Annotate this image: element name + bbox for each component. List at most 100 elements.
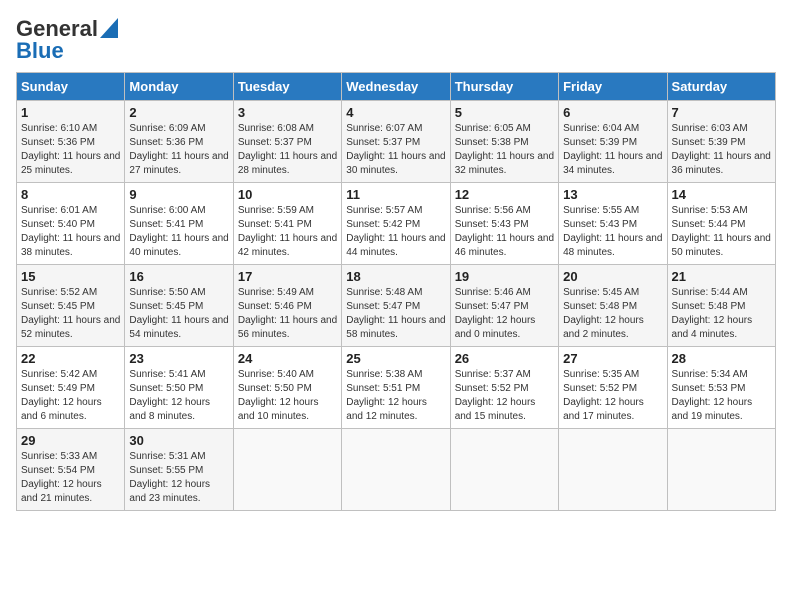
day-number: 26 xyxy=(455,351,554,366)
day-number: 29 xyxy=(21,433,120,448)
calendar-cell: 28 Sunrise: 5:34 AM Sunset: 5:53 PM Dayl… xyxy=(667,347,775,429)
calendar-cell: 15 Sunrise: 5:52 AM Sunset: 5:45 PM Dayl… xyxy=(17,265,125,347)
calendar-cell: 11 Sunrise: 5:57 AM Sunset: 5:42 PM Dayl… xyxy=(342,183,450,265)
day-number: 23 xyxy=(129,351,228,366)
calendar-week-row: 22 Sunrise: 5:42 AM Sunset: 5:49 PM Dayl… xyxy=(17,347,776,429)
day-info: Sunrise: 5:44 AM Sunset: 5:48 PM Dayligh… xyxy=(672,286,771,342)
day-number: 13 xyxy=(563,187,662,202)
calendar-cell: 7 Sunrise: 6:03 AM Sunset: 5:39 PM Dayli… xyxy=(667,101,775,183)
calendar-header-row: SundayMondayTuesdayWednesdayThursdayFrid… xyxy=(17,73,776,101)
day-info: Sunrise: 5:55 AM Sunset: 5:43 PM Dayligh… xyxy=(563,204,662,260)
calendar-cell: 22 Sunrise: 5:42 AM Sunset: 5:49 PM Dayl… xyxy=(17,347,125,429)
calendar-cell: 27 Sunrise: 5:35 AM Sunset: 5:52 PM Dayl… xyxy=(559,347,667,429)
day-number: 10 xyxy=(238,187,337,202)
calendar-cell: 29 Sunrise: 5:33 AM Sunset: 5:54 PM Dayl… xyxy=(17,429,125,511)
calendar-header: SundayMondayTuesdayWednesdayThursdayFrid… xyxy=(17,73,776,101)
day-number: 17 xyxy=(238,269,337,284)
calendar-cell: 21 Sunrise: 5:44 AM Sunset: 5:48 PM Dayl… xyxy=(667,265,775,347)
day-info: Sunrise: 5:49 AM Sunset: 5:46 PM Dayligh… xyxy=(238,286,337,342)
calendar-cell: 23 Sunrise: 5:41 AM Sunset: 5:50 PM Dayl… xyxy=(125,347,233,429)
logo-icon xyxy=(100,18,118,38)
day-of-week-header: Wednesday xyxy=(342,73,450,101)
day-number: 3 xyxy=(238,105,337,120)
calendar-cell: 5 Sunrise: 6:05 AM Sunset: 5:38 PM Dayli… xyxy=(450,101,558,183)
day-info: Sunrise: 5:41 AM Sunset: 5:50 PM Dayligh… xyxy=(129,368,228,424)
day-of-week-header: Thursday xyxy=(450,73,558,101)
calendar-cell: 6 Sunrise: 6:04 AM Sunset: 5:39 PM Dayli… xyxy=(559,101,667,183)
calendar-table: SundayMondayTuesdayWednesdayThursdayFrid… xyxy=(16,72,776,511)
logo-blue: Blue xyxy=(16,38,64,64)
calendar-body: 1 Sunrise: 6:10 AM Sunset: 5:36 PM Dayli… xyxy=(17,101,776,511)
day-number: 18 xyxy=(346,269,445,284)
calendar-cell xyxy=(667,429,775,511)
day-info: Sunrise: 5:31 AM Sunset: 5:55 PM Dayligh… xyxy=(129,450,228,506)
calendar-cell: 14 Sunrise: 5:53 AM Sunset: 5:44 PM Dayl… xyxy=(667,183,775,265)
calendar-cell: 24 Sunrise: 5:40 AM Sunset: 5:50 PM Dayl… xyxy=(233,347,341,429)
day-info: Sunrise: 5:37 AM Sunset: 5:52 PM Dayligh… xyxy=(455,368,554,424)
day-info: Sunrise: 5:52 AM Sunset: 5:45 PM Dayligh… xyxy=(21,286,120,342)
calendar-cell: 12 Sunrise: 5:56 AM Sunset: 5:43 PM Dayl… xyxy=(450,183,558,265)
day-number: 15 xyxy=(21,269,120,284)
calendar-cell: 30 Sunrise: 5:31 AM Sunset: 5:55 PM Dayl… xyxy=(125,429,233,511)
day-of-week-header: Friday xyxy=(559,73,667,101)
day-number: 11 xyxy=(346,187,445,202)
calendar-cell: 2 Sunrise: 6:09 AM Sunset: 5:36 PM Dayli… xyxy=(125,101,233,183)
day-info: Sunrise: 5:34 AM Sunset: 5:53 PM Dayligh… xyxy=(672,368,771,424)
day-info: Sunrise: 6:07 AM Sunset: 5:37 PM Dayligh… xyxy=(346,122,445,178)
day-number: 21 xyxy=(672,269,771,284)
day-number: 28 xyxy=(672,351,771,366)
day-number: 6 xyxy=(563,105,662,120)
day-info: Sunrise: 5:57 AM Sunset: 5:42 PM Dayligh… xyxy=(346,204,445,260)
day-info: Sunrise: 5:48 AM Sunset: 5:47 PM Dayligh… xyxy=(346,286,445,342)
day-number: 7 xyxy=(672,105,771,120)
calendar-cell: 10 Sunrise: 5:59 AM Sunset: 5:41 PM Dayl… xyxy=(233,183,341,265)
day-number: 25 xyxy=(346,351,445,366)
day-info: Sunrise: 5:42 AM Sunset: 5:49 PM Dayligh… xyxy=(21,368,120,424)
day-number: 19 xyxy=(455,269,554,284)
day-info: Sunrise: 6:01 AM Sunset: 5:40 PM Dayligh… xyxy=(21,204,120,260)
calendar-cell: 1 Sunrise: 6:10 AM Sunset: 5:36 PM Dayli… xyxy=(17,101,125,183)
day-info: Sunrise: 5:35 AM Sunset: 5:52 PM Dayligh… xyxy=(563,368,662,424)
day-info: Sunrise: 5:59 AM Sunset: 5:41 PM Dayligh… xyxy=(238,204,337,260)
day-info: Sunrise: 6:10 AM Sunset: 5:36 PM Dayligh… xyxy=(21,122,120,178)
day-number: 8 xyxy=(21,187,120,202)
day-of-week-header: Sunday xyxy=(17,73,125,101)
day-info: Sunrise: 5:38 AM Sunset: 5:51 PM Dayligh… xyxy=(346,368,445,424)
calendar-week-row: 15 Sunrise: 5:52 AM Sunset: 5:45 PM Dayl… xyxy=(17,265,776,347)
calendar-cell xyxy=(559,429,667,511)
day-number: 16 xyxy=(129,269,228,284)
day-of-week-header: Tuesday xyxy=(233,73,341,101)
day-number: 9 xyxy=(129,187,228,202)
day-info: Sunrise: 6:08 AM Sunset: 5:37 PM Dayligh… xyxy=(238,122,337,178)
day-of-week-header: Monday xyxy=(125,73,233,101)
day-info: Sunrise: 5:56 AM Sunset: 5:43 PM Dayligh… xyxy=(455,204,554,260)
calendar-week-row: 1 Sunrise: 6:10 AM Sunset: 5:36 PM Dayli… xyxy=(17,101,776,183)
day-number: 24 xyxy=(238,351,337,366)
calendar-cell: 26 Sunrise: 5:37 AM Sunset: 5:52 PM Dayl… xyxy=(450,347,558,429)
day-number: 30 xyxy=(129,433,228,448)
day-info: Sunrise: 6:00 AM Sunset: 5:41 PM Dayligh… xyxy=(129,204,228,260)
day-number: 20 xyxy=(563,269,662,284)
page-header: General Blue xyxy=(16,16,776,64)
day-number: 12 xyxy=(455,187,554,202)
day-info: Sunrise: 6:03 AM Sunset: 5:39 PM Dayligh… xyxy=(672,122,771,178)
day-info: Sunrise: 5:50 AM Sunset: 5:45 PM Dayligh… xyxy=(129,286,228,342)
calendar-cell: 25 Sunrise: 5:38 AM Sunset: 5:51 PM Dayl… xyxy=(342,347,450,429)
calendar-cell: 16 Sunrise: 5:50 AM Sunset: 5:45 PM Dayl… xyxy=(125,265,233,347)
day-number: 22 xyxy=(21,351,120,366)
calendar-cell: 19 Sunrise: 5:46 AM Sunset: 5:47 PM Dayl… xyxy=(450,265,558,347)
day-info: Sunrise: 6:05 AM Sunset: 5:38 PM Dayligh… xyxy=(455,122,554,178)
day-number: 27 xyxy=(563,351,662,366)
calendar-cell xyxy=(342,429,450,511)
calendar-cell xyxy=(233,429,341,511)
day-number: 5 xyxy=(455,105,554,120)
calendar-cell: 13 Sunrise: 5:55 AM Sunset: 5:43 PM Dayl… xyxy=(559,183,667,265)
day-number: 14 xyxy=(672,187,771,202)
day-number: 4 xyxy=(346,105,445,120)
day-info: Sunrise: 6:09 AM Sunset: 5:36 PM Dayligh… xyxy=(129,122,228,178)
calendar-cell: 18 Sunrise: 5:48 AM Sunset: 5:47 PM Dayl… xyxy=(342,265,450,347)
calendar-cell: 3 Sunrise: 6:08 AM Sunset: 5:37 PM Dayli… xyxy=(233,101,341,183)
calendar-cell: 17 Sunrise: 5:49 AM Sunset: 5:46 PM Dayl… xyxy=(233,265,341,347)
calendar-week-row: 29 Sunrise: 5:33 AM Sunset: 5:54 PM Dayl… xyxy=(17,429,776,511)
calendar-cell: 9 Sunrise: 6:00 AM Sunset: 5:41 PM Dayli… xyxy=(125,183,233,265)
